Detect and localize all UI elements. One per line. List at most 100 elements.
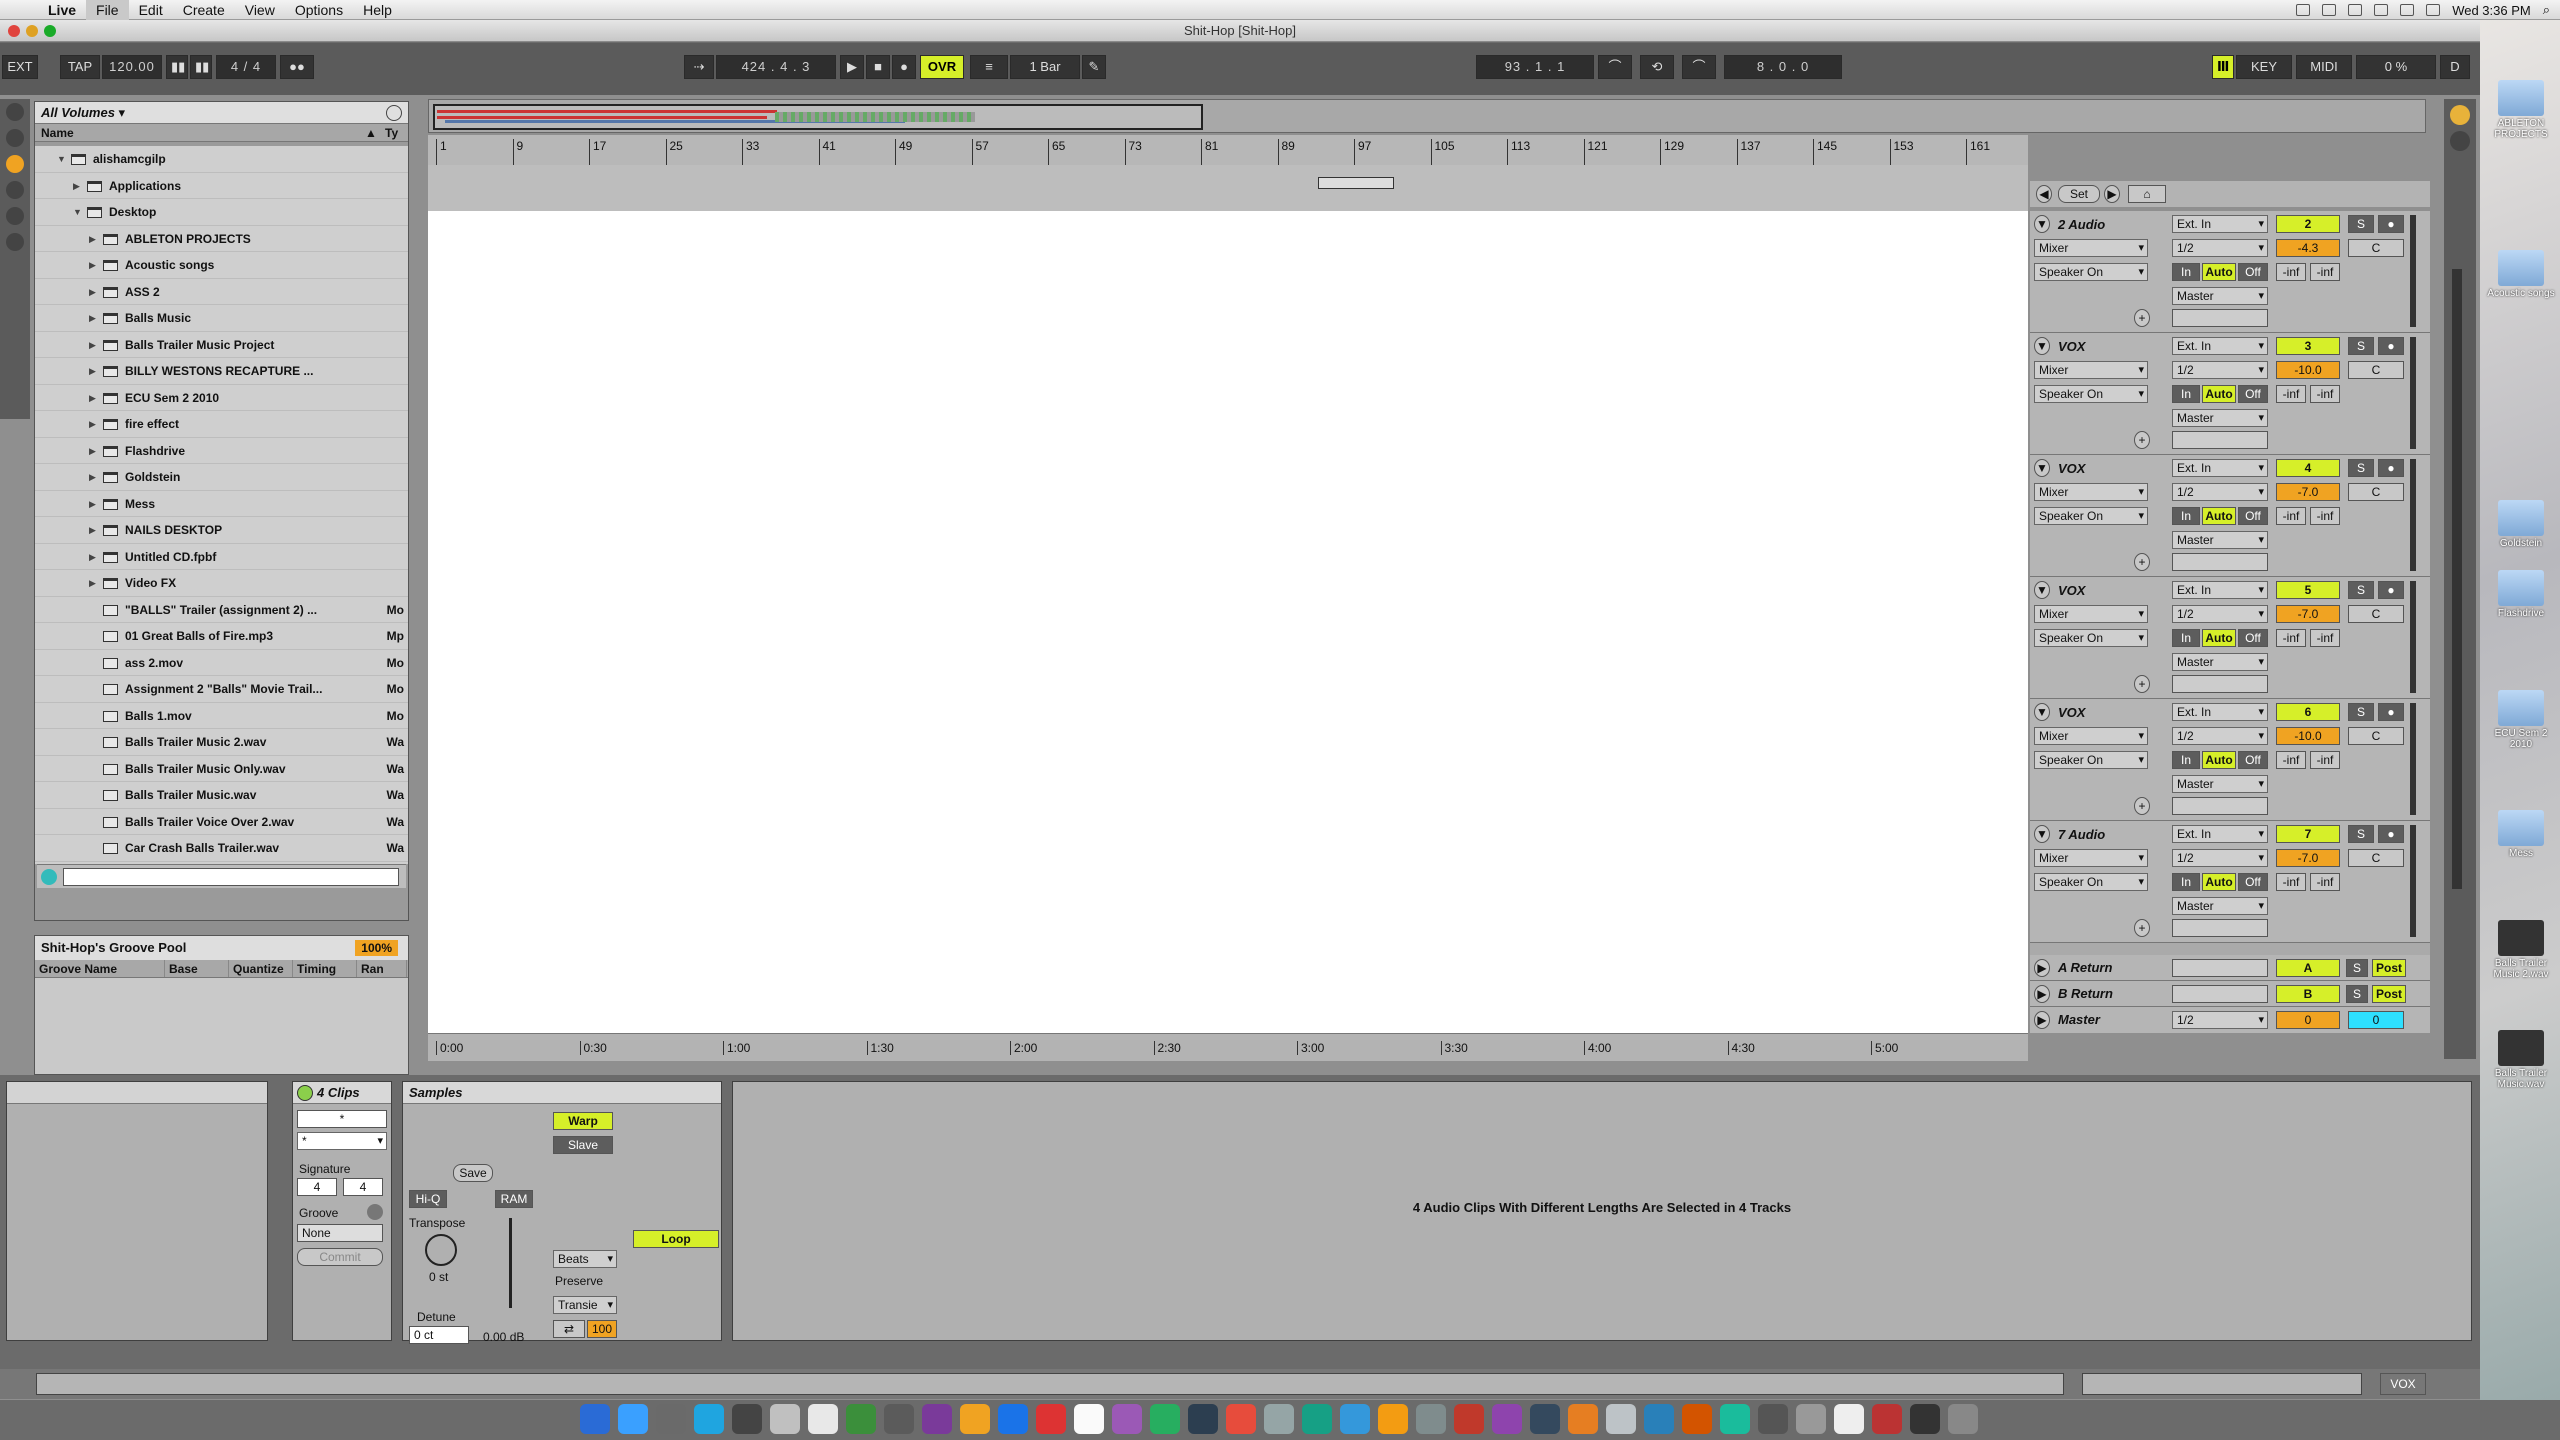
ext-sync-button[interactable]: EXT [2, 55, 38, 79]
pan-field[interactable]: C [2348, 605, 2404, 623]
dock-app-icon[interactable] [884, 1404, 914, 1434]
solo-button[interactable]: S [2348, 459, 2374, 477]
expand-right-icon[interactable]: ▶ [89, 570, 96, 596]
monitor-routing-select[interactable]: Mixer [2034, 483, 2148, 501]
monitor-off-button[interactable]: Off [2238, 751, 2268, 769]
send-a-field[interactable]: -inf [2276, 263, 2306, 281]
master-track-header[interactable]: ▶ Master 1/2 00 [2030, 1007, 2430, 1033]
solo-button[interactable]: S [2348, 581, 2374, 599]
browser-folder-row[interactable]: ▶ Acoustic songs [35, 252, 408, 279]
browser-file-row[interactable]: Car Crash Balls Trailer.wav Wa [35, 835, 408, 862]
expand-right-icon[interactable]: ▶ [89, 279, 96, 305]
vertical-scrollbar[interactable] [2452, 269, 2462, 889]
expand-down-icon[interactable]: ▼ [73, 199, 82, 225]
groove-random-column[interactable]: Ran [357, 960, 407, 977]
return-output-field[interactable] [2172, 985, 2268, 1003]
signature-denominator[interactable]: 4 [343, 1178, 383, 1196]
browser-file-row[interactable]: 01 Great Balls of Fire.mp3 Mp [35, 623, 408, 650]
return-track-name[interactable]: A Return [2058, 960, 2112, 975]
dock-app-icon[interactable] [770, 1404, 800, 1434]
browser-folder-row[interactable]: ▶ NAILS DESKTOP [35, 517, 408, 544]
send-a-field[interactable]: -inf [2276, 385, 2306, 403]
status-icon[interactable] [2322, 4, 2337, 16]
monitor-off-button[interactable]: Off [2238, 873, 2268, 891]
selected-track-label[interactable]: VOX [2380, 1373, 2426, 1395]
session-arrange-toggle-icon[interactable] [2450, 131, 2470, 151]
dock-app-icon[interactable] [694, 1404, 724, 1434]
audio-input-select[interactable]: Ext. In [2172, 825, 2268, 843]
track-name[interactable]: VOX [2058, 583, 2085, 598]
dock-app-icon[interactable] [1378, 1404, 1408, 1434]
groove-list[interactable] [35, 978, 408, 1074]
sample-display[interactable]: 4 Audio Clips With Different Lengths Are… [732, 1081, 2472, 1341]
track-volume-field[interactable]: -10.0 [2276, 361, 2340, 379]
monitor-routing-select[interactable]: Mixer [2034, 605, 2148, 623]
return-activator-button[interactable]: A [2276, 959, 2340, 977]
return-track-name[interactable]: B Return [2058, 986, 2113, 1001]
audio-input-select[interactable]: Ext. In [2172, 459, 2268, 477]
speaker-select[interactable]: Speaker On [2034, 507, 2148, 525]
browser-folder-row[interactable]: ▶ fire effect [35, 411, 408, 438]
track-volume-field[interactable]: -7.0 [2276, 605, 2340, 623]
dock-app-icon[interactable] [922, 1404, 952, 1434]
dock-app-icon[interactable] [1796, 1404, 1826, 1434]
metronome-button[interactable]: ●● [280, 55, 314, 79]
monitor-auto-button[interactable]: Auto [2202, 629, 2236, 647]
return-solo-button[interactable]: S [2346, 985, 2368, 1003]
browser-folder-row[interactable]: ▶ Balls Trailer Music Project [35, 332, 408, 358]
volume-icon[interactable] [2426, 4, 2441, 16]
time-signature-field[interactable]: 4 / 4 [216, 55, 276, 79]
browser-folder-row[interactable]: ▶ ASS 2 [35, 279, 408, 305]
audio-input-select[interactable]: Ext. In [2172, 215, 2268, 233]
browser-folder-row[interactable]: ▶ Mess [35, 491, 408, 517]
groove-base-column[interactable]: Base [165, 960, 229, 977]
track-activator-button[interactable]: 7 [2276, 825, 2340, 843]
expand-right-icon[interactable]: ▶ [89, 358, 96, 384]
monitor-auto-button[interactable]: Auto [2202, 751, 2236, 769]
browser-device-icon[interactable] [6, 129, 24, 147]
browser-folder-row[interactable]: ▶ Flashdrive [35, 438, 408, 464]
browser-location[interactable]: All Volumes [41, 105, 115, 120]
warp-mode-select[interactable]: Beats [553, 1250, 617, 1268]
clip-activator-icon[interactable] [297, 1085, 313, 1101]
gain-slider[interactable] [509, 1218, 512, 1308]
wifi-icon[interactable] [2400, 4, 2415, 16]
input-channel-select[interactable]: 1/2 [2172, 483, 2268, 501]
global-groove-amount[interactable]: 100% [355, 940, 398, 956]
audio-output-select[interactable]: Master [2172, 287, 2268, 305]
warp-button[interactable]: Warp [553, 1112, 613, 1130]
track-name[interactable]: 2 Audio [2058, 217, 2105, 232]
return-post-button[interactable]: Post [2372, 985, 2406, 1003]
envelope-rate-field[interactable]: 100 [587, 1320, 617, 1338]
monitor-in-button[interactable]: In [2172, 385, 2200, 403]
dock-app-icon[interactable] [1150, 1404, 1180, 1434]
monitor-off-button[interactable]: Off [2238, 507, 2268, 525]
track-activator-button[interactable]: 2 [2276, 215, 2340, 233]
output-channel-field[interactable] [2172, 431, 2268, 449]
monitor-auto-button[interactable]: Auto [2202, 873, 2236, 891]
save-button[interactable]: Save [453, 1164, 493, 1182]
track-volume-field[interactable]: -7.0 [2276, 483, 2340, 501]
desktop-icon[interactable]: Balls Trailer Music 2.wav [2486, 920, 2556, 980]
dock-app-icon[interactable] [1226, 1404, 1256, 1434]
menu-file[interactable]: File [86, 0, 129, 20]
desktop-icon[interactable]: Flashdrive [2486, 570, 2556, 619]
browser-folder-row[interactable]: ▶ Video FX [35, 570, 408, 597]
groove-timing-column[interactable]: Timing [293, 960, 357, 977]
expand-right-icon[interactable]: ▶ [89, 464, 96, 490]
dock-app-icon[interactable] [1568, 1404, 1598, 1434]
groove-name-column[interactable]: Groove Name [35, 960, 165, 977]
nudge-up-button[interactable]: ▮▮ [190, 55, 212, 79]
detune-field[interactable]: 0 ct [409, 1326, 469, 1344]
browser-file-row[interactable]: Balls Trailer Voice Over 2.wav Wa [35, 809, 408, 835]
expand-down-icon[interactable]: ▼ [57, 146, 66, 172]
browser-file-row[interactable]: ass 2.mov Mo [35, 650, 408, 676]
pan-field[interactable]: C [2348, 483, 2404, 501]
monitor-off-button[interactable]: Off [2238, 263, 2268, 281]
midi-map-button[interactable]: MIDI [2296, 55, 2352, 79]
audio-input-select[interactable]: Ext. In [2172, 337, 2268, 355]
send-b-field[interactable]: -inf [2310, 751, 2340, 769]
tap-tempo-button[interactable]: TAP [60, 55, 100, 79]
return-solo-button[interactable]: S [2346, 959, 2368, 977]
browser-folder-row[interactable]: ▶ ECU Sem 2 2010 [35, 385, 408, 411]
